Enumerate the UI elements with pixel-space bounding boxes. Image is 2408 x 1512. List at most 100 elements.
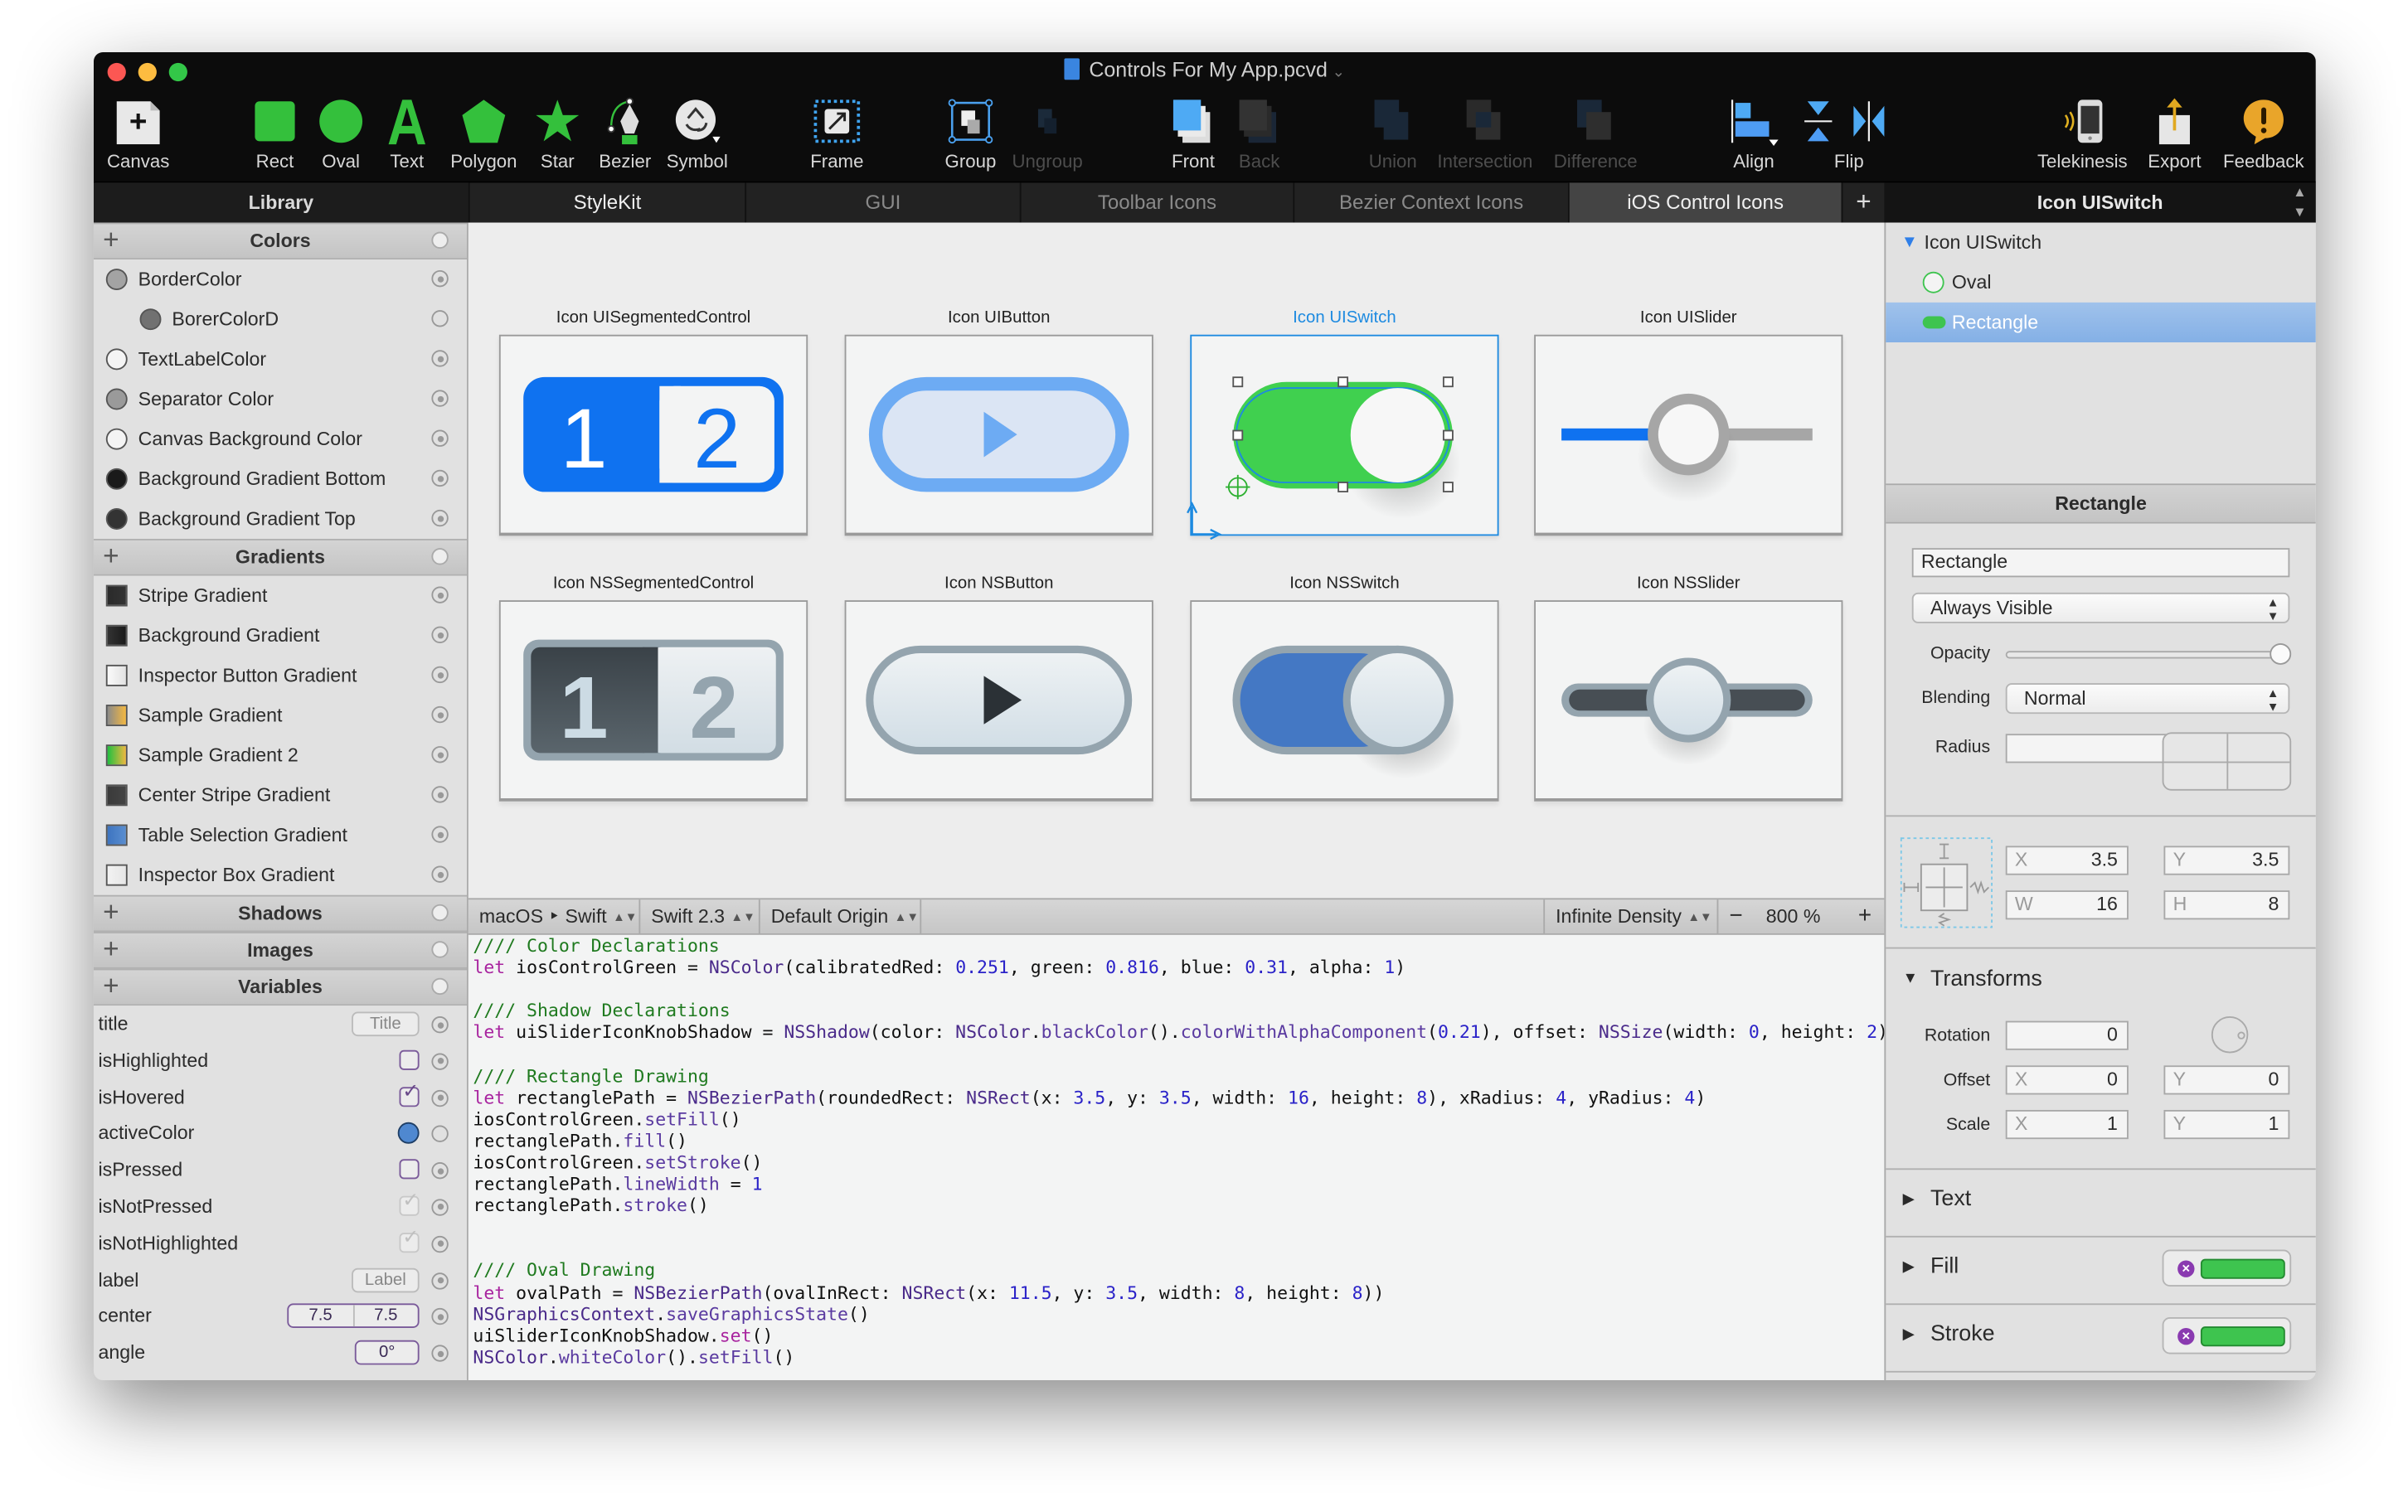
disclosure-triangle-icon[interactable]: ▼ [1901,223,1918,263]
visibility-select[interactable]: Always Visible ▲ ▼ [1911,592,2290,623]
opacity-slider[interactable] [2005,642,2292,665]
gradient-item[interactable]: Center Stripe Gradient [94,775,467,815]
tree-item-rectangle[interactable]: Rectangle [1886,302,2316,342]
variable-item[interactable]: title Title [94,1006,467,1042]
toolbar-telekinesis-button[interactable]: Telekinesis [2032,95,2133,182]
resizing-constraints-icon[interactable] [1900,836,1995,928]
gradient-item[interactable]: Inspector Button Gradient [94,656,467,695]
images-section-header[interactable]: + Images [93,932,468,969]
usage-indicator-icon[interactable] [431,586,449,603]
icon-canvas[interactable] [1534,600,1843,802]
usage-indicator-icon[interactable] [431,666,449,684]
usage-indicator-icon[interactable] [431,1053,449,1070]
blending-select[interactable]: Normal ▲ ▼ [2005,683,2290,715]
icon-canvas[interactable] [844,334,1153,536]
color-item[interactable]: Separator Color [94,379,467,419]
variable-text-field[interactable]: Label [352,1267,420,1292]
variable-item[interactable]: label Label [94,1262,467,1298]
icon-canvas[interactable] [844,600,1153,802]
usage-indicator-icon[interactable] [431,1162,449,1180]
tab-ios-control-icons[interactable]: iOS Control Icons [1567,182,1842,223]
variable-number-field[interactable]: 0° [354,1340,420,1365]
canvas-title[interactable]: Icon UIButton [845,308,1153,327]
toolbar-feedback-button[interactable]: Feedback [2216,95,2311,182]
variable-text-field[interactable]: Title [352,1011,420,1037]
offset-x-field[interactable]: X0 [2005,1065,2129,1095]
usage-indicator-icon[interactable] [431,509,449,527]
toolbar-symbol-button[interactable]: Symbol [662,95,732,182]
canvas-title[interactable]: Icon UISlider [1534,308,1842,327]
usage-indicator-icon[interactable] [431,1126,449,1143]
corner-radius-picker[interactable] [2162,732,2292,791]
color-item[interactable]: BorerColorD [94,299,467,339]
offset-y-field[interactable]: Y0 [2163,1065,2290,1095]
width-field[interactable]: W 16 [2005,890,2129,920]
language-selector[interactable]: Swift 2.3 ▲▼ [640,899,760,934]
origin-selector[interactable]: Default Origin ▲▼ [760,899,922,934]
canvas-scrollbar[interactable] [1875,269,1884,898]
gradients-section-header[interactable]: + Gradients [93,539,468,576]
variable-checkbox[interactable] [399,1159,420,1180]
toolbar-text-button[interactable]: Text [379,95,435,182]
usage-indicator-icon[interactable] [431,269,449,288]
density-selector[interactable]: Infinite Density ▲▼ [1543,899,1719,934]
toolbar-bezier-button[interactable]: Bezier [595,95,656,182]
variable-color-well[interactable] [397,1122,420,1145]
add-tab-button[interactable]: + [1841,182,1885,223]
scale-y-field[interactable]: Y1 [2163,1109,2290,1140]
toolbar-rect-button[interactable]: Rect [247,95,303,182]
tab-toolbar-icons[interactable]: Toolbar Icons [1019,182,1294,223]
toolbar-align-button[interactable]: Align [1725,95,1783,182]
fill-color-well[interactable]: × [2162,1249,2292,1287]
usage-indicator-icon[interactable] [431,390,449,407]
usage-indicator-icon[interactable] [431,1345,449,1363]
toolbar-star-button[interactable]: Star [530,95,585,182]
code-view[interactable]: //// Color Declarations let iosControlGre… [468,934,1885,1380]
usage-indicator-icon[interactable] [431,1016,449,1034]
icon-canvas[interactable]: 1 2 [498,334,808,536]
remove-stroke-icon[interactable]: × [2177,1327,2195,1345]
opacity-slider-knob[interactable] [2270,642,2292,665]
usage-indicator-icon[interactable] [431,705,449,724]
canvas-title[interactable]: Icon NSSlider [1534,574,1842,593]
section-toggle[interactable] [431,231,449,250]
usage-indicator-icon[interactable] [431,626,449,643]
canvas-title[interactable]: Icon UISwitch [1190,308,1498,327]
variable-item[interactable]: isPressed [94,1151,467,1188]
variable-item[interactable]: isHighlighted [94,1042,467,1078]
section-toggle[interactable] [431,977,449,996]
gradient-item[interactable]: Stripe Gradient [94,576,467,616]
tree-item-root[interactable]: ▼ Icon UISwitch [1886,223,2316,263]
canvas-title[interactable]: Icon UISegmentedControl [499,308,808,327]
variable-item[interactable]: isNotPressed ✓ [94,1188,467,1224]
usage-indicator-icon[interactable] [431,350,449,367]
variable-checkbox[interactable]: ✓ [399,1079,420,1107]
zoom-in-button[interactable]: + [1847,899,1884,933]
point-x-value[interactable]: 7.5 [289,1305,354,1327]
toolbar-back-button[interactable]: Back [1230,95,1288,182]
height-field[interactable]: H8 [2163,890,2290,920]
icon-canvas[interactable]: 1 2 [498,600,808,802]
tab-bezier-context-icons[interactable]: Bezier Context Icons [1293,182,1568,223]
toolbar-ungroup-button[interactable]: Ungroup [1009,95,1086,182]
color-item[interactable]: TextLabelColor [94,339,467,379]
gradient-item[interactable]: Sample Gradient [94,695,467,735]
add-variable-button[interactable]: + [103,970,119,1001]
tab-stylekit[interactable]: StyleKit [468,182,745,223]
tree-item-oval[interactable]: Oval [1886,263,2316,303]
variable-checkbox[interactable] [399,1049,420,1070]
icon-canvas[interactable] [1190,600,1499,802]
zoom-out-button[interactable]: − [1718,899,1755,933]
gradient-item[interactable]: Table Selection Gradient [94,815,467,855]
color-item[interactable]: Canvas Background Color [94,419,467,459]
y-field[interactable]: Y 3.5 [2163,846,2290,875]
toolbar-intersection-button[interactable]: Intersection [1430,95,1540,182]
toolbar-oval-button[interactable]: Oval [313,95,369,182]
toolbar-export-button[interactable]: Export [2138,95,2211,182]
remove-fill-icon[interactable]: × [2177,1260,2195,1277]
add-image-button[interactable]: + [103,933,119,964]
color-item[interactable]: BorderColor [94,259,467,299]
usage-indicator-icon[interactable] [431,1089,449,1107]
canvas-title[interactable]: Icon NSSegmentedControl [499,574,808,593]
tab-gui[interactable]: GUI [745,182,1020,223]
